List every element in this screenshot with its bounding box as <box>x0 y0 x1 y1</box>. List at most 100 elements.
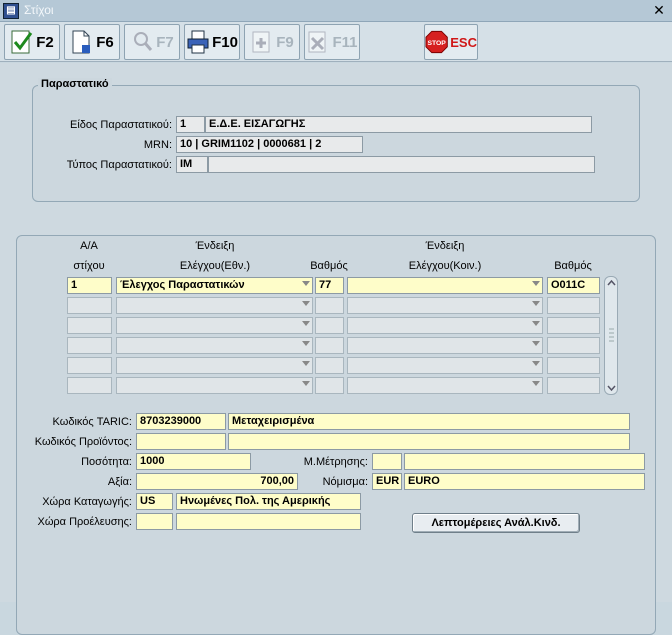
row-ind-nat-select[interactable] <box>116 377 313 394</box>
chevron-down-icon[interactable] <box>302 381 310 386</box>
product-code-field[interactable] <box>136 433 226 450</box>
currency-desc-field[interactable]: EURO <box>404 473 645 490</box>
row-ind-com-select[interactable] <box>347 357 543 374</box>
row-ind-nat-select[interactable]: Έλεγχος Παραστατικών <box>116 277 313 294</box>
new-document-button-label: F6 <box>96 33 114 51</box>
doc-type-code-field[interactable]: 1 <box>176 116 205 133</box>
chevron-down-icon[interactable] <box>532 341 540 346</box>
row-grade1-field[interactable] <box>315 317 344 334</box>
row-aa-field[interactable] <box>67 337 112 354</box>
row-aa-field[interactable] <box>67 317 112 334</box>
save-check-icon <box>11 30 33 54</box>
stop-sign-text: STOP <box>427 40 446 47</box>
scroll-down-icon[interactable] <box>607 384 616 392</box>
new-document-button[interactable]: F6 <box>64 24 120 60</box>
aa-header-1: Α/Α <box>80 240 98 252</box>
ind-com-header-1: Ένδειξη <box>425 240 465 252</box>
mrn-field[interactable]: 10 | GRIM1102 | 0000681 | 2 <box>176 136 363 153</box>
print-button[interactable]: F10 <box>184 24 240 60</box>
row-ind-com-select[interactable] <box>347 297 543 314</box>
unit-code-field[interactable] <box>372 453 402 470</box>
quantity-field[interactable]: 1000 <box>136 453 251 470</box>
chevron-down-icon[interactable] <box>302 361 310 366</box>
chevron-down-icon[interactable] <box>532 321 540 326</box>
row-ind-nat-value: Έλεγχος Παραστατικών <box>120 279 245 291</box>
ind-nat-header-1: Ένδειξη <box>195 240 235 252</box>
taric-code-field[interactable]: 8703239000 <box>136 413 226 430</box>
search-button-label: F7 <box>156 33 174 51</box>
grade2-header: Βαθμός <box>554 260 592 272</box>
taric-desc-field[interactable]: Μεταχειρισμένα <box>228 413 630 430</box>
chevron-down-icon[interactable] <box>532 381 540 386</box>
row-ind-nat-select[interactable] <box>116 357 313 374</box>
row-grade2-field[interactable] <box>547 377 600 394</box>
row-ind-com-select[interactable] <box>347 317 543 334</box>
row-grade2-field[interactable] <box>547 337 600 354</box>
add-record-button-label: F9 <box>276 33 294 51</box>
row-ind-nat-select[interactable] <box>116 297 313 314</box>
save-button[interactable]: F2 <box>4 24 60 60</box>
row-ind-nat-select[interactable] <box>116 337 313 354</box>
row-grade1-field[interactable]: 77 <box>315 277 344 294</box>
row-aa-field[interactable] <box>67 377 112 394</box>
provenance-desc-field[interactable] <box>176 513 361 530</box>
escape-button[interactable]: STOP ESC <box>424 24 478 60</box>
provenance-code-field[interactable] <box>136 513 173 530</box>
row-aa-field[interactable] <box>67 297 112 314</box>
app-icon: ▤ <box>3 3 19 19</box>
chevron-down-icon[interactable] <box>302 321 310 326</box>
chevron-down-icon[interactable] <box>532 361 540 366</box>
form-type-code-field[interactable]: IM <box>176 156 208 173</box>
escape-button-label: ESC <box>450 34 477 50</box>
doc-type-desc-field[interactable]: Ε.Δ.Ε. ΕΙΣΑΓΩΓΗΣ <box>205 116 592 133</box>
origin-code-field[interactable]: US <box>136 493 173 510</box>
currency-code-field[interactable]: EUR <box>372 473 402 490</box>
window-title: Στίχοι <box>24 3 54 17</box>
ind-nat-header-2: Ελέγχου(Εθν.) <box>179 260 251 272</box>
chevron-down-icon[interactable] <box>532 281 540 286</box>
row-ind-nat-select[interactable] <box>116 317 313 334</box>
row-grade2-field[interactable]: O011C <box>547 277 600 294</box>
row-ind-com-select[interactable] <box>347 277 543 294</box>
currency-label: Νόμισμα: <box>322 476 368 488</box>
row-ind-com-select[interactable] <box>347 337 543 354</box>
delete-record-icon <box>308 31 326 53</box>
form-type-label: Τύπος Παραστατικού: <box>66 159 172 171</box>
mrn-label: MRN: <box>143 139 172 151</box>
origin-desc-field[interactable]: Ηνωμένες Πολ. της Αμερικής <box>176 493 361 510</box>
printer-icon <box>187 30 209 54</box>
row-ind-com-select[interactable] <box>347 377 543 394</box>
risk-analysis-details-button[interactable]: Λεπτομέρειες Ανάλ.Κινδ. <box>412 513 580 533</box>
row-grade1-field[interactable] <box>315 357 344 374</box>
row-grade2-field[interactable] <box>547 357 600 374</box>
delete-record-button[interactable]: F11 <box>304 24 360 60</box>
form-type-desc-field[interactable] <box>208 156 595 173</box>
close-icon[interactable]: ✕ <box>650 3 668 19</box>
row-grade2-field[interactable] <box>547 297 600 314</box>
origin-label: Χώρα Καταγωγής: <box>42 496 132 508</box>
print-button-label: F10 <box>212 33 238 51</box>
unit-desc-field[interactable] <box>404 453 645 470</box>
row-aa-field[interactable] <box>67 357 112 374</box>
rows-scrollbar[interactable] <box>604 276 618 395</box>
document-legend: Παραστατικό <box>38 78 112 90</box>
product-desc-field[interactable] <box>228 433 630 450</box>
chevron-down-icon[interactable] <box>302 341 310 346</box>
toolbar: F2 F6 F7 F10 F9 F11 STOP ESC <box>0 22 672 62</box>
scroll-grip-icon[interactable] <box>608 327 615 343</box>
scroll-up-icon[interactable] <box>607 279 616 287</box>
chevron-down-icon[interactable] <box>532 301 540 306</box>
ind-com-header-2: Ελέγχου(Κοιν.) <box>408 260 482 272</box>
add-record-button[interactable]: F9 <box>244 24 300 60</box>
row-grade1-field[interactable] <box>315 337 344 354</box>
aa-header-2: στίχου <box>73 260 105 272</box>
row-grade1-field[interactable] <box>315 297 344 314</box>
search-button[interactable]: F7 <box>124 24 180 60</box>
chevron-down-icon[interactable] <box>302 301 310 306</box>
row-aa-field[interactable]: 1 <box>67 277 112 294</box>
chevron-down-icon[interactable] <box>302 281 310 286</box>
doc-type-label: Είδος Παραστατικού: <box>70 119 172 131</box>
row-grade1-field[interactable] <box>315 377 344 394</box>
value-label: Αξία: <box>107 476 132 488</box>
row-grade2-field[interactable] <box>547 317 600 334</box>
